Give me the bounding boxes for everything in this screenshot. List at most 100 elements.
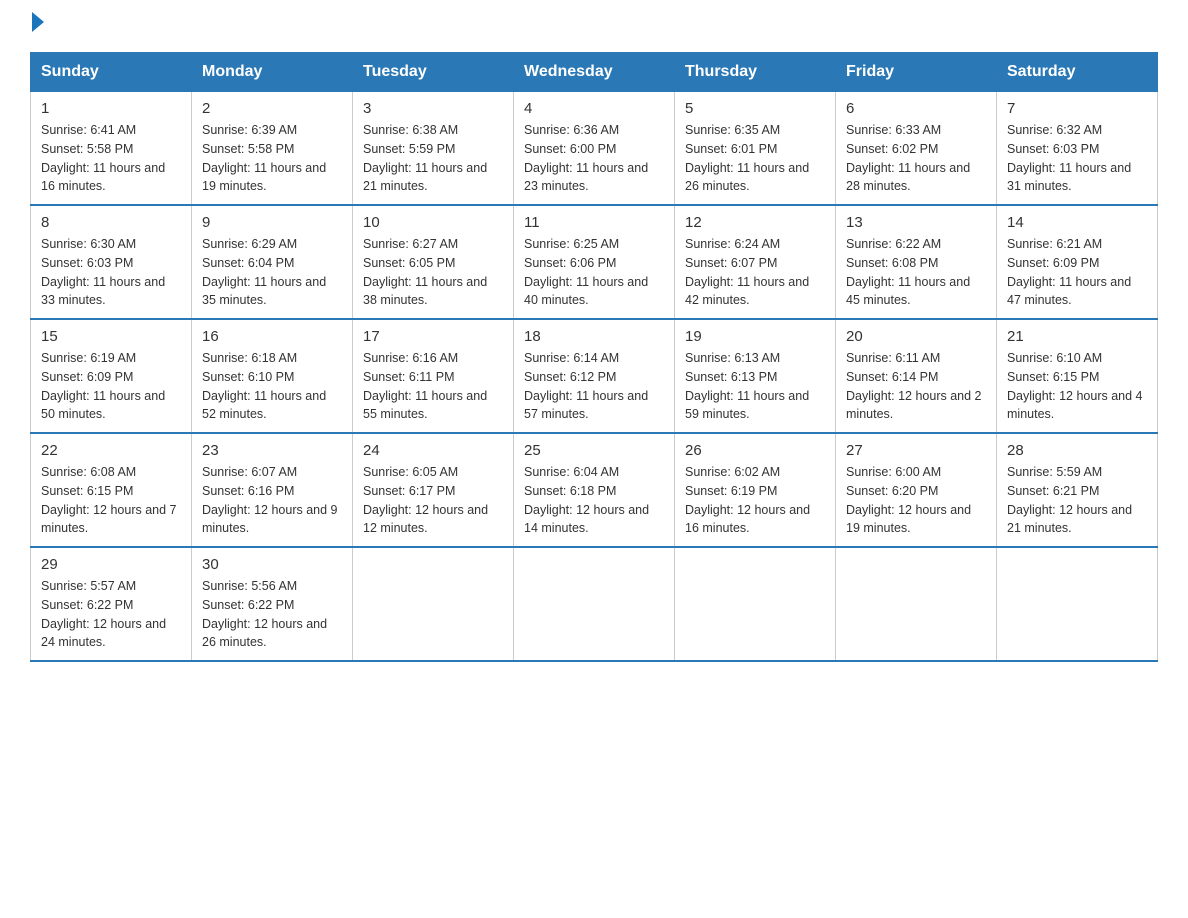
day-number: 4 xyxy=(524,100,664,117)
day-info: Sunrise: 6:05 AMSunset: 6:17 PMDaylight:… xyxy=(363,465,488,535)
header-cell-thursday: Thursday xyxy=(675,53,836,92)
header-row: SundayMondayTuesdayWednesdayThursdayFrid… xyxy=(31,53,1158,92)
day-number: 29 xyxy=(41,556,181,573)
header-cell-wednesday: Wednesday xyxy=(514,53,675,92)
day-info: Sunrise: 5:57 AMSunset: 6:22 PMDaylight:… xyxy=(41,579,166,649)
calendar-cell: 29 Sunrise: 5:57 AMSunset: 6:22 PMDaylig… xyxy=(31,547,192,661)
header-cell-saturday: Saturday xyxy=(997,53,1158,92)
calendar-cell: 7 Sunrise: 6:32 AMSunset: 6:03 PMDayligh… xyxy=(997,92,1158,206)
day-info: Sunrise: 6:41 AMSunset: 5:58 PMDaylight:… xyxy=(41,123,165,193)
calendar-cell xyxy=(353,547,514,661)
day-info: Sunrise: 5:59 AMSunset: 6:21 PMDaylight:… xyxy=(1007,465,1132,535)
day-number: 17 xyxy=(363,328,503,345)
calendar-cell: 11 Sunrise: 6:25 AMSunset: 6:06 PMDaylig… xyxy=(514,205,675,319)
day-info: Sunrise: 6:04 AMSunset: 6:18 PMDaylight:… xyxy=(524,465,649,535)
header-cell-sunday: Sunday xyxy=(31,53,192,92)
day-number: 19 xyxy=(685,328,825,345)
header-cell-friday: Friday xyxy=(836,53,997,92)
day-info: Sunrise: 6:25 AMSunset: 6:06 PMDaylight:… xyxy=(524,237,648,307)
day-number: 16 xyxy=(202,328,342,345)
day-info: Sunrise: 6:02 AMSunset: 6:19 PMDaylight:… xyxy=(685,465,810,535)
calendar-cell: 2 Sunrise: 6:39 AMSunset: 5:58 PMDayligh… xyxy=(192,92,353,206)
calendar-cell: 30 Sunrise: 5:56 AMSunset: 6:22 PMDaylig… xyxy=(192,547,353,661)
calendar-cell: 28 Sunrise: 5:59 AMSunset: 6:21 PMDaylig… xyxy=(997,433,1158,547)
day-info: Sunrise: 6:10 AMSunset: 6:15 PMDaylight:… xyxy=(1007,351,1143,421)
day-info: Sunrise: 6:29 AMSunset: 6:04 PMDaylight:… xyxy=(202,237,326,307)
calendar-header: SundayMondayTuesdayWednesdayThursdayFrid… xyxy=(31,53,1158,92)
day-info: Sunrise: 6:27 AMSunset: 6:05 PMDaylight:… xyxy=(363,237,487,307)
calendar-cell: 25 Sunrise: 6:04 AMSunset: 6:18 PMDaylig… xyxy=(514,433,675,547)
day-number: 23 xyxy=(202,442,342,459)
day-number: 12 xyxy=(685,214,825,231)
day-number: 22 xyxy=(41,442,181,459)
day-number: 21 xyxy=(1007,328,1147,345)
day-info: Sunrise: 6:21 AMSunset: 6:09 PMDaylight:… xyxy=(1007,237,1131,307)
day-info: Sunrise: 6:08 AMSunset: 6:15 PMDaylight:… xyxy=(41,465,177,535)
day-info: Sunrise: 6:24 AMSunset: 6:07 PMDaylight:… xyxy=(685,237,809,307)
page-header xyxy=(30,20,1158,32)
day-info: Sunrise: 6:39 AMSunset: 5:58 PMDaylight:… xyxy=(202,123,326,193)
calendar-cell xyxy=(997,547,1158,661)
calendar-cell: 21 Sunrise: 6:10 AMSunset: 6:15 PMDaylig… xyxy=(997,319,1158,433)
calendar-body: 1 Sunrise: 6:41 AMSunset: 5:58 PMDayligh… xyxy=(31,92,1158,662)
day-number: 24 xyxy=(363,442,503,459)
calendar-cell: 23 Sunrise: 6:07 AMSunset: 6:16 PMDaylig… xyxy=(192,433,353,547)
day-number: 18 xyxy=(524,328,664,345)
day-info: Sunrise: 6:36 AMSunset: 6:00 PMDaylight:… xyxy=(524,123,648,193)
calendar-cell: 4 Sunrise: 6:36 AMSunset: 6:00 PMDayligh… xyxy=(514,92,675,206)
day-info: Sunrise: 6:32 AMSunset: 6:03 PMDaylight:… xyxy=(1007,123,1131,193)
day-number: 6 xyxy=(846,100,986,117)
calendar-cell: 9 Sunrise: 6:29 AMSunset: 6:04 PMDayligh… xyxy=(192,205,353,319)
day-number: 9 xyxy=(202,214,342,231)
day-info: Sunrise: 6:07 AMSunset: 6:16 PMDaylight:… xyxy=(202,465,338,535)
day-info: Sunrise: 6:30 AMSunset: 6:03 PMDaylight:… xyxy=(41,237,165,307)
day-number: 1 xyxy=(41,100,181,117)
day-info: Sunrise: 6:14 AMSunset: 6:12 PMDaylight:… xyxy=(524,351,648,421)
day-info: Sunrise: 6:16 AMSunset: 6:11 PMDaylight:… xyxy=(363,351,487,421)
calendar-cell: 16 Sunrise: 6:18 AMSunset: 6:10 PMDaylig… xyxy=(192,319,353,433)
calendar-week-3: 15 Sunrise: 6:19 AMSunset: 6:09 PMDaylig… xyxy=(31,319,1158,433)
day-number: 25 xyxy=(524,442,664,459)
header-cell-monday: Monday xyxy=(192,53,353,92)
day-number: 15 xyxy=(41,328,181,345)
logo-triangle-icon xyxy=(32,12,44,32)
calendar-cell: 12 Sunrise: 6:24 AMSunset: 6:07 PMDaylig… xyxy=(675,205,836,319)
day-info: Sunrise: 6:22 AMSunset: 6:08 PMDaylight:… xyxy=(846,237,970,307)
calendar-cell xyxy=(836,547,997,661)
day-info: Sunrise: 6:18 AMSunset: 6:10 PMDaylight:… xyxy=(202,351,326,421)
calendar-cell xyxy=(675,547,836,661)
calendar-cell: 17 Sunrise: 6:16 AMSunset: 6:11 PMDaylig… xyxy=(353,319,514,433)
calendar-cell: 1 Sunrise: 6:41 AMSunset: 5:58 PMDayligh… xyxy=(31,92,192,206)
day-number: 27 xyxy=(846,442,986,459)
calendar-cell: 5 Sunrise: 6:35 AMSunset: 6:01 PMDayligh… xyxy=(675,92,836,206)
logo xyxy=(30,20,44,32)
calendar-cell: 26 Sunrise: 6:02 AMSunset: 6:19 PMDaylig… xyxy=(675,433,836,547)
calendar-week-4: 22 Sunrise: 6:08 AMSunset: 6:15 PMDaylig… xyxy=(31,433,1158,547)
day-info: Sunrise: 5:56 AMSunset: 6:22 PMDaylight:… xyxy=(202,579,327,649)
calendar-cell: 13 Sunrise: 6:22 AMSunset: 6:08 PMDaylig… xyxy=(836,205,997,319)
day-number: 5 xyxy=(685,100,825,117)
calendar-week-2: 8 Sunrise: 6:30 AMSunset: 6:03 PMDayligh… xyxy=(31,205,1158,319)
calendar-week-1: 1 Sunrise: 6:41 AMSunset: 5:58 PMDayligh… xyxy=(31,92,1158,206)
day-number: 2 xyxy=(202,100,342,117)
calendar-cell: 24 Sunrise: 6:05 AMSunset: 6:17 PMDaylig… xyxy=(353,433,514,547)
day-number: 28 xyxy=(1007,442,1147,459)
calendar-table: SundayMondayTuesdayWednesdayThursdayFrid… xyxy=(30,52,1158,662)
calendar-week-5: 29 Sunrise: 5:57 AMSunset: 6:22 PMDaylig… xyxy=(31,547,1158,661)
day-number: 10 xyxy=(363,214,503,231)
calendar-cell: 15 Sunrise: 6:19 AMSunset: 6:09 PMDaylig… xyxy=(31,319,192,433)
day-info: Sunrise: 6:35 AMSunset: 6:01 PMDaylight:… xyxy=(685,123,809,193)
day-number: 11 xyxy=(524,214,664,231)
calendar-cell xyxy=(514,547,675,661)
day-number: 26 xyxy=(685,442,825,459)
day-number: 13 xyxy=(846,214,986,231)
header-cell-tuesday: Tuesday xyxy=(353,53,514,92)
calendar-cell: 27 Sunrise: 6:00 AMSunset: 6:20 PMDaylig… xyxy=(836,433,997,547)
day-number: 30 xyxy=(202,556,342,573)
day-info: Sunrise: 6:19 AMSunset: 6:09 PMDaylight:… xyxy=(41,351,165,421)
calendar-cell: 14 Sunrise: 6:21 AMSunset: 6:09 PMDaylig… xyxy=(997,205,1158,319)
day-number: 14 xyxy=(1007,214,1147,231)
day-number: 8 xyxy=(41,214,181,231)
calendar-cell: 3 Sunrise: 6:38 AMSunset: 5:59 PMDayligh… xyxy=(353,92,514,206)
day-number: 20 xyxy=(846,328,986,345)
